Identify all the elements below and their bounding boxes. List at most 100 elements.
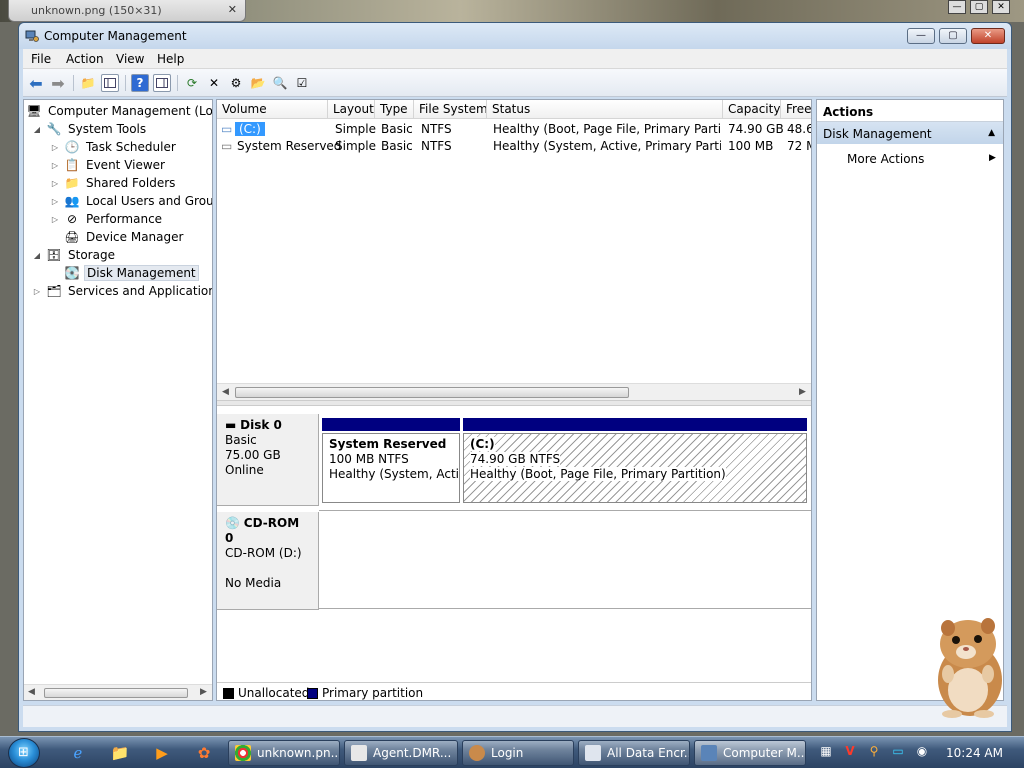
disk-graphical-view: ▬ Disk 0 Basic 75.00 GB Online System Re… bbox=[217, 406, 811, 682]
collapse-icon[interactable]: ▲ bbox=[988, 128, 995, 138]
taskbar-button-label: Computer M... bbox=[723, 746, 806, 760]
tree-item-services[interactable]: ▷ 🗂 Services and Applications bbox=[32, 282, 213, 300]
search-tray-icon[interactable]: ⚲ bbox=[866, 744, 882, 760]
maximize-button[interactable]: ▢ bbox=[939, 28, 967, 44]
up-folder-icon[interactable]: 📁 bbox=[79, 74, 97, 92]
collapse-icon[interactable]: ◢ bbox=[32, 125, 42, 134]
horizontal-scrollbar[interactable]: ◀ ▶ bbox=[24, 684, 212, 700]
menu-file[interactable]: File bbox=[31, 52, 51, 66]
tree-item-disk-management[interactable]: 💽 Disk Management bbox=[64, 264, 199, 282]
clock[interactable]: 10:24 AM bbox=[946, 746, 1003, 760]
cdrom-media: No Media bbox=[225, 576, 282, 590]
media-player-icon[interactable]: ▶ bbox=[150, 741, 174, 765]
properties-icon[interactable]: ⚙ bbox=[227, 74, 245, 92]
internet-explorer-icon[interactable]: ℯ bbox=[66, 741, 90, 765]
disk-icon: 💽 bbox=[64, 266, 80, 280]
computer-management-icon: 🖥 bbox=[26, 104, 42, 118]
expand-icon[interactable]: ▷ bbox=[50, 143, 60, 152]
show-hide-action-pane-icon[interactable] bbox=[153, 74, 171, 92]
display-tray-icon[interactable]: ▭ bbox=[890, 744, 906, 760]
partition-system-reserved[interactable]: System Reserved 100 MB NTFS Healthy (Sys… bbox=[322, 433, 460, 503]
expand-icon[interactable]: ▷ bbox=[32, 287, 42, 296]
column-capacity[interactable]: Capacity bbox=[723, 100, 781, 119]
minimize-button[interactable]: — bbox=[907, 28, 935, 44]
scroll-thumb[interactable] bbox=[44, 688, 188, 698]
minimize-icon: — bbox=[916, 30, 926, 41]
column-type[interactable]: Type bbox=[375, 100, 414, 119]
scroll-thumb[interactable] bbox=[235, 387, 629, 398]
volume-name: System Reserved bbox=[237, 139, 342, 153]
back-icon[interactable]: ⬅ bbox=[27, 74, 45, 93]
table-row[interactable]: ▭ System Reserved Simple Basic NTFS Heal… bbox=[217, 138, 811, 155]
taskbar-button-computer-management[interactable]: Computer M... bbox=[694, 740, 806, 766]
network-tray-icon[interactable]: ▦ bbox=[818, 744, 834, 760]
close-button[interactable]: ✕ bbox=[971, 28, 1005, 44]
window-icon bbox=[585, 745, 601, 761]
disk-type: Basic bbox=[225, 433, 257, 447]
more-actions-link[interactable]: More Actions bbox=[847, 152, 924, 166]
title-bar[interactable]: Computer Management — ▢ ✕ bbox=[19, 23, 1011, 49]
maximize-icon[interactable]: ▢ bbox=[970, 0, 988, 14]
tree-label: Services and Applications bbox=[68, 284, 213, 298]
minimize-icon[interactable]: — bbox=[948, 0, 966, 14]
scroll-left-icon[interactable]: ◀ bbox=[28, 687, 35, 697]
cdrom-0-label[interactable]: 💿 CD-ROM 0 CD-ROM (D:) No Media bbox=[217, 512, 319, 610]
volume-list-header: Volume Layout Type File System Status Ca… bbox=[217, 100, 811, 119]
capacity-cell: 74.90 GB bbox=[728, 122, 784, 136]
table-row[interactable]: ▭ (C:) Simple Basic NTFS Healthy (Boot, … bbox=[217, 121, 811, 138]
tree-item-event-viewer[interactable]: ▷ 📋 Event Viewer bbox=[50, 156, 167, 174]
close-icon[interactable]: ✕ bbox=[228, 3, 237, 16]
column-layout[interactable]: Layout bbox=[328, 100, 375, 119]
tree-item-computer-management[interactable]: 🖥 Computer Management (Local bbox=[26, 102, 212, 120]
delete-icon[interactable]: ✕ bbox=[205, 74, 223, 92]
column-volume[interactable]: Volume bbox=[217, 100, 328, 119]
expand-icon[interactable]: ▷ bbox=[50, 179, 60, 188]
tree-item-local-users[interactable]: ▷ 👥 Local Users and Groups bbox=[50, 192, 212, 210]
tree-item-shared-folders[interactable]: ▷ 📁 Shared Folders bbox=[50, 174, 177, 192]
app-icon[interactable]: ✿ bbox=[192, 741, 216, 765]
menu-action[interactable]: Action bbox=[66, 52, 104, 66]
partition-c[interactable]: (C:) 74.90 GB NTFS Healthy (Boot, Page F… bbox=[463, 433, 807, 503]
volume-tray-icon[interactable]: ◉ bbox=[914, 744, 930, 760]
tree-item-device-manager[interactable]: 🖨 Device Manager bbox=[64, 228, 185, 246]
tree-item-storage[interactable]: ◢ 🗄 Storage bbox=[32, 246, 117, 264]
actions-section-disk-management[interactable]: Disk Management ▲ bbox=[817, 122, 1003, 144]
settings-icon[interactable]: ☑ bbox=[293, 74, 311, 92]
tree-label: Event Viewer bbox=[86, 158, 165, 172]
taskbar-button-login[interactable]: Login bbox=[462, 740, 574, 766]
taskbar-button-all-data-encryption[interactable]: All Data Encr... bbox=[578, 740, 690, 766]
users-icon: 👥 bbox=[64, 194, 80, 208]
background-browser-tab[interactable]: unknown.png (150×31) ✕ bbox=[8, 0, 246, 22]
help-icon[interactable]: ? bbox=[131, 74, 149, 92]
scroll-right-icon[interactable]: ▶ bbox=[200, 687, 207, 697]
search-icon[interactable]: 🔍 bbox=[271, 74, 289, 92]
scroll-right-icon[interactable]: ▶ bbox=[799, 387, 806, 397]
collapse-icon[interactable]: ◢ bbox=[32, 251, 42, 260]
show-hide-console-tree-icon[interactable] bbox=[101, 74, 119, 92]
start-button[interactable]: ⊞ bbox=[8, 738, 40, 768]
horizontal-scrollbar[interactable]: ◀ ▶ bbox=[217, 383, 811, 400]
forward-icon[interactable]: ➡ bbox=[49, 74, 67, 93]
section-label: Disk Management bbox=[823, 127, 932, 141]
chevron-right-icon[interactable]: ▶ bbox=[989, 153, 996, 163]
column-status[interactable]: Status bbox=[487, 100, 723, 119]
menu-view[interactable]: View bbox=[116, 52, 144, 66]
column-file-system[interactable]: File System bbox=[414, 100, 487, 119]
taskbar-button-browser[interactable]: unknown.pn... bbox=[228, 740, 340, 766]
column-free[interactable]: Free bbox=[781, 100, 811, 119]
disk-0-label[interactable]: ▬ Disk 0 Basic 75.00 GB Online bbox=[217, 414, 319, 506]
tree-item-performance[interactable]: ▷ ⊘ Performance bbox=[50, 210, 164, 228]
refresh-icon[interactable]: ⟳ bbox=[183, 74, 201, 92]
open-folder-icon[interactable]: 📂 bbox=[249, 74, 267, 92]
expand-icon[interactable]: ▷ bbox=[50, 161, 60, 170]
expand-icon[interactable]: ▷ bbox=[50, 215, 60, 224]
menu-help[interactable]: Help bbox=[157, 52, 184, 66]
explorer-folder-icon[interactable]: 📁 bbox=[108, 741, 132, 765]
antivirus-tray-icon[interactable]: V bbox=[842, 744, 858, 760]
tree-item-task-scheduler[interactable]: ▷ 🕒 Task Scheduler bbox=[50, 138, 178, 156]
scroll-left-icon[interactable]: ◀ bbox=[222, 387, 229, 397]
close-icon[interactable]: ✕ bbox=[992, 0, 1010, 14]
taskbar-button-agent[interactable]: Agent.DMR... bbox=[344, 740, 458, 766]
tree-item-system-tools[interactable]: ◢ 🔧 System Tools bbox=[32, 120, 148, 138]
expand-icon[interactable]: ▷ bbox=[50, 197, 60, 206]
